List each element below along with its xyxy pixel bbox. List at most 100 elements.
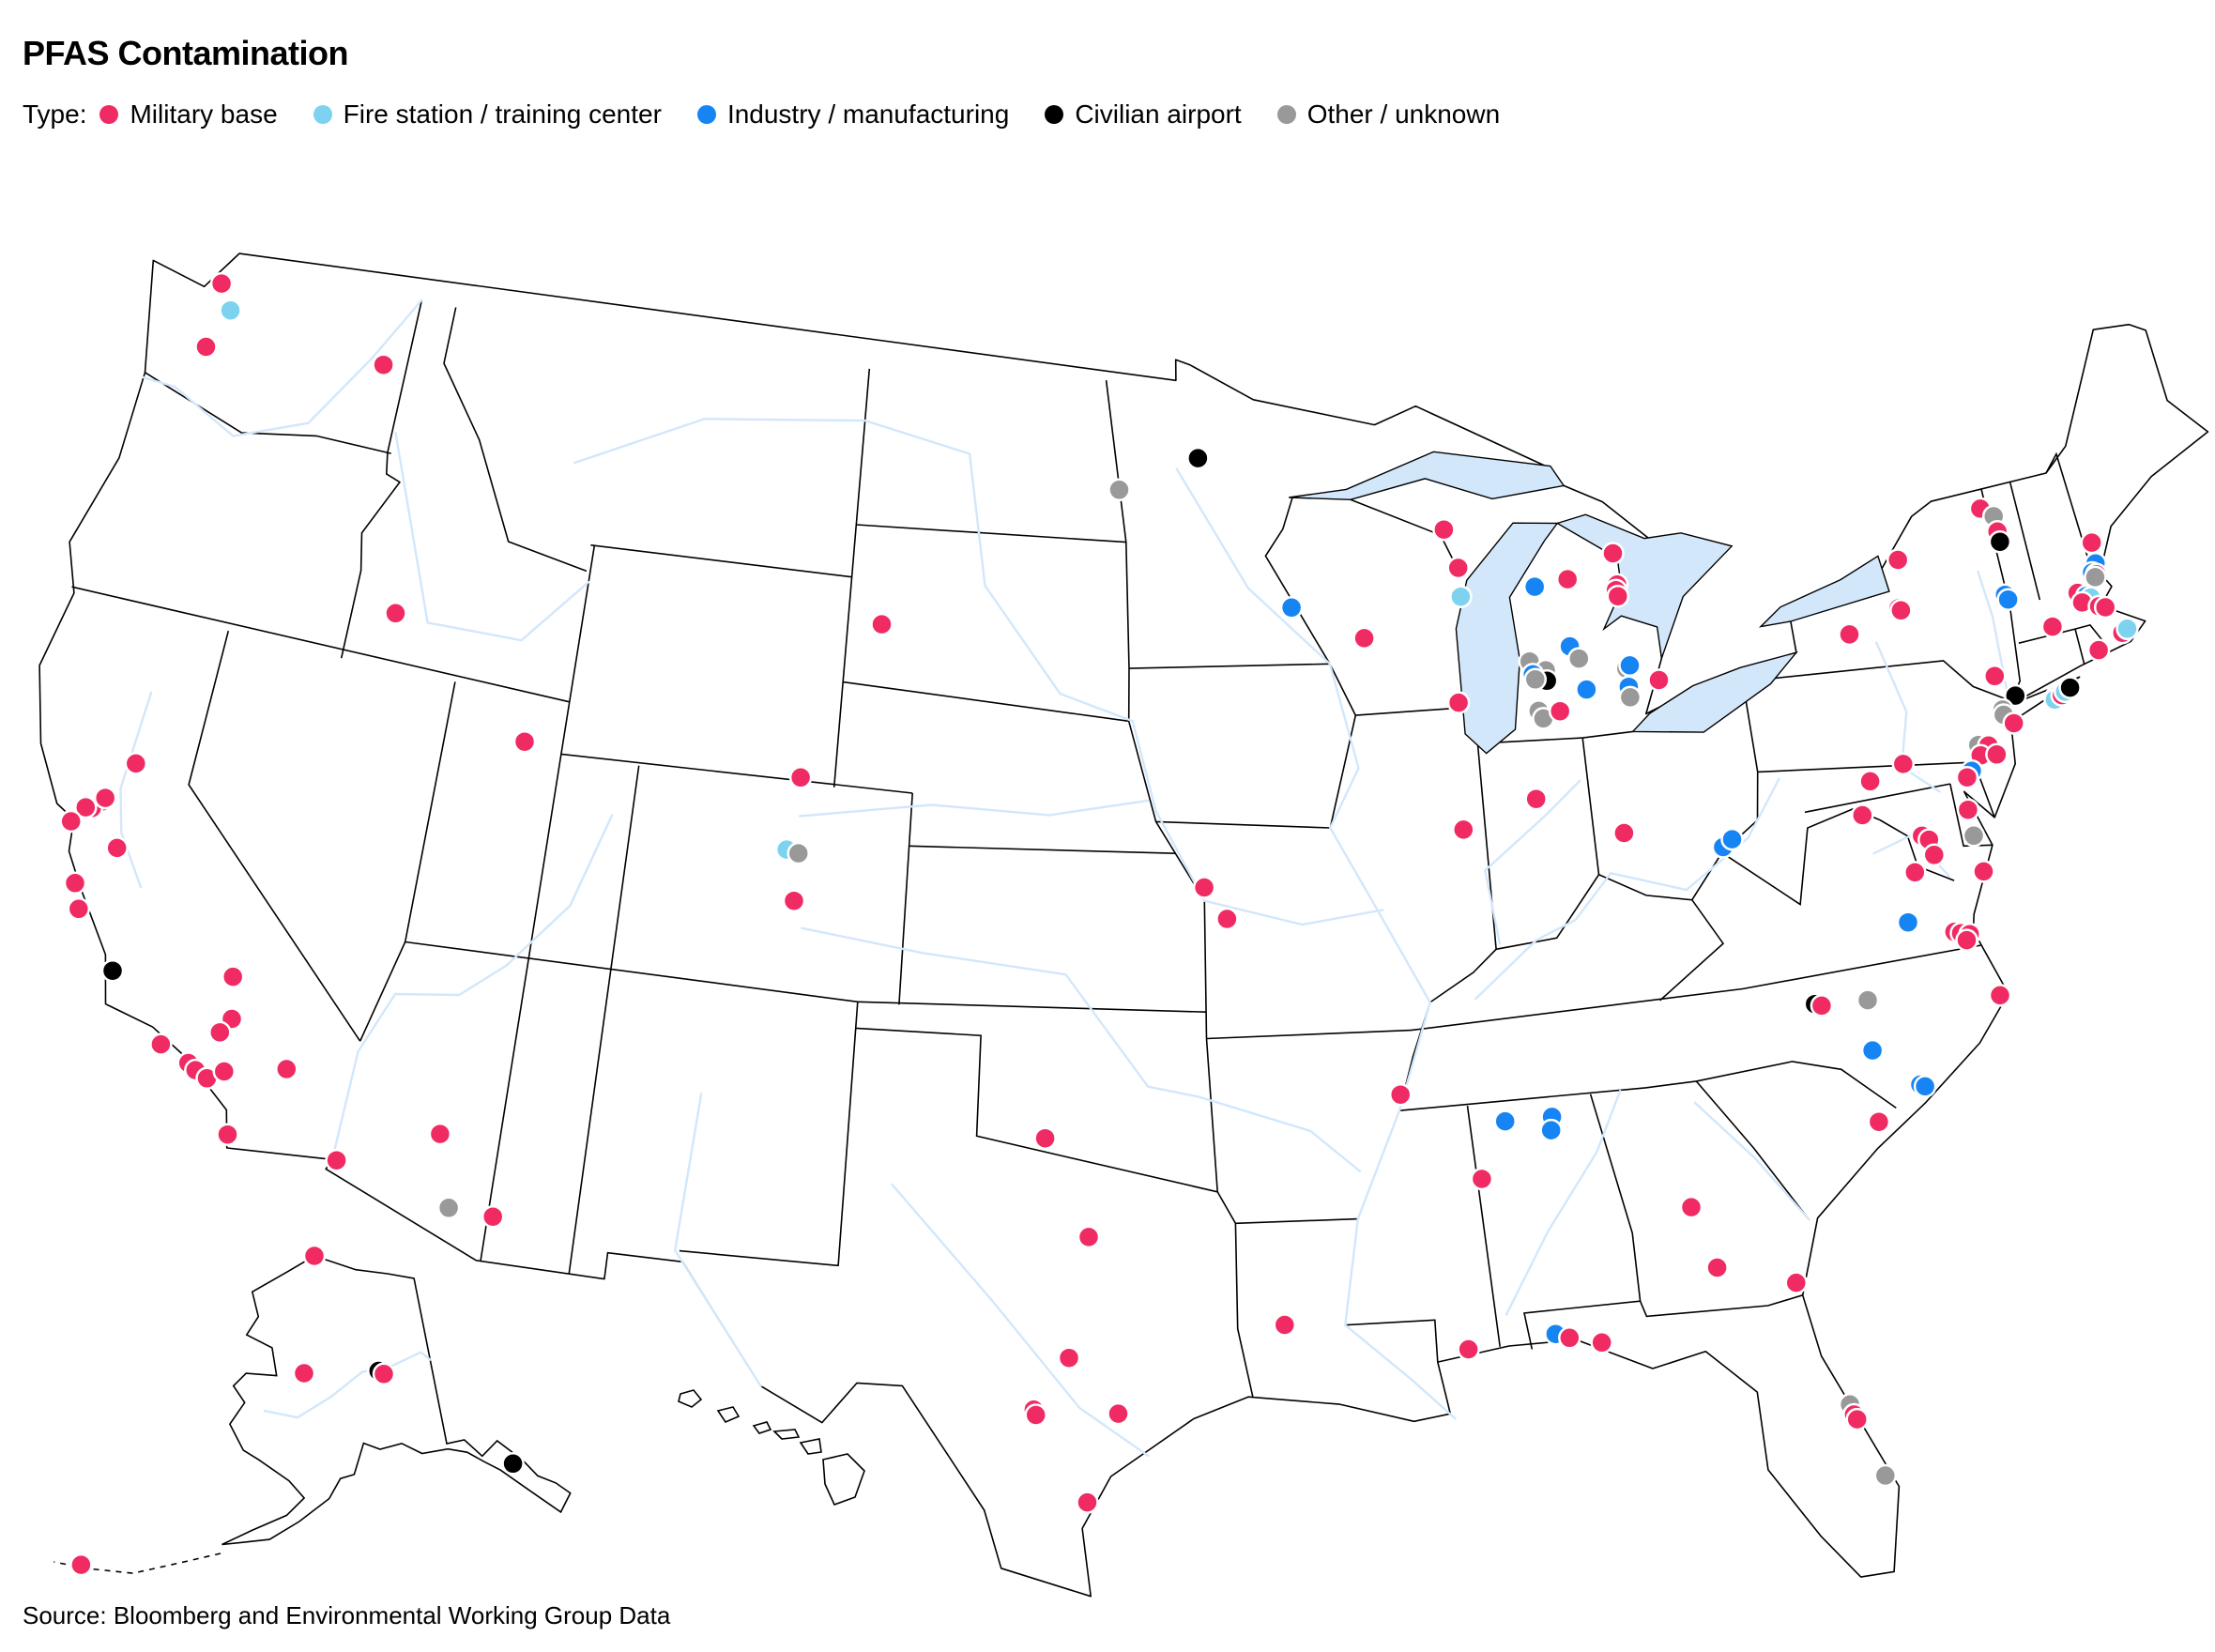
site-marker-military[interactable] [1457,1338,1480,1361]
site-marker-military[interactable] [1446,691,1471,714]
site-marker-military[interactable] [1867,1109,1891,1134]
site-marker-military[interactable] [1107,1401,1130,1426]
site-marker-military[interactable] [93,786,117,810]
site-marker-military[interactable] [1606,584,1630,608]
site-marker-other[interactable] [1618,685,1642,710]
site-marker-military[interactable] [221,965,245,988]
site-marker-military[interactable] [1886,548,1910,572]
site-marker-other[interactable] [1962,824,1986,848]
site-marker-military[interactable] [1548,699,1572,723]
site-marker-other[interactable] [436,1196,461,1220]
site-marker-military[interactable] [1922,843,1947,867]
site-marker-airport[interactable] [100,958,125,983]
site-marker-military[interactable] [1555,567,1580,591]
site-marker-military[interactable] [1851,803,1874,827]
site-marker-military[interactable] [1446,556,1470,580]
site-marker-military[interactable] [1955,765,1979,789]
site-marker-military[interactable] [67,897,91,921]
site-marker-military[interactable] [1858,770,1882,793]
site-marker-military[interactable] [2040,615,2065,638]
site-marker-airport[interactable] [1186,446,1210,470]
site-marker-military[interactable] [1903,861,1927,884]
site-marker-other[interactable] [1856,988,1880,1012]
site-marker-military[interactable] [1838,622,1861,647]
site-marker-military[interactable] [1432,517,1456,542]
site-marker-military[interactable] [782,889,806,912]
site-marker-military[interactable] [302,1244,327,1268]
site-marker-military[interactable] [1076,1491,1099,1514]
site-marker-military[interactable] [1024,1403,1047,1427]
site-marker-industry[interactable] [1279,596,1304,620]
site-marker-military[interactable] [1558,1326,1581,1350]
site-marker-military[interactable] [1192,876,1216,899]
site-marker-military[interactable] [275,1057,298,1081]
site-marker-other[interactable] [1567,647,1591,670]
site-marker-military[interactable] [1889,599,1913,622]
site-marker-fire[interactable] [2116,617,2139,641]
site-marker-military[interactable] [325,1148,348,1172]
site-marker-military[interactable] [481,1204,505,1229]
site-marker-military[interactable] [208,1020,232,1045]
site-marker-military[interactable] [1057,1346,1081,1369]
site-marker-other[interactable] [1108,478,1131,502]
site-marker-military[interactable] [194,335,218,359]
site-marker-military[interactable] [1784,1271,1809,1294]
site-marker-military[interactable] [1590,1331,1613,1354]
site-marker-military[interactable] [1352,626,1376,650]
site-marker-other[interactable] [787,841,810,865]
site-marker-military[interactable] [1679,1195,1703,1219]
site-marker-other[interactable] [1523,667,1548,692]
site-marker-military[interactable] [1985,742,2009,767]
site-marker-industry[interactable] [1493,1109,1517,1133]
site-marker-other[interactable] [2084,565,2107,589]
site-marker-military[interactable] [1215,907,1239,931]
site-marker-military[interactable] [1033,1126,1057,1150]
site-marker-military[interactable] [2080,530,2103,555]
site-marker-military[interactable] [105,836,129,860]
site-marker-airport[interactable] [1988,529,2012,554]
site-marker-military[interactable] [69,1553,93,1577]
site-marker-military[interactable] [428,1122,452,1146]
site-marker-military[interactable] [2002,711,2025,735]
site-marker-industry[interactable] [1522,574,1547,599]
site-marker-industry[interactable] [1860,1038,1885,1063]
site-marker-military[interactable] [209,271,234,296]
site-marker-military[interactable] [216,1123,239,1146]
site-marker-military[interactable] [1612,821,1636,845]
site-marker-military[interactable] [1956,798,1980,821]
site-marker-military[interactable] [1955,928,1978,952]
site-marker-industry[interactable] [1539,1118,1563,1142]
site-marker-military[interactable] [1810,994,1834,1017]
site-marker-military[interactable] [1891,752,1916,776]
site-marker-industry[interactable] [1575,678,1598,701]
site-marker-military[interactable] [372,353,395,376]
site-marker-military[interactable] [384,602,407,625]
site-marker-industry[interactable] [1896,910,1920,934]
site-marker-military[interactable] [372,1362,396,1386]
site-marker-industry[interactable] [1720,827,1744,851]
site-marker-military[interactable] [1705,1256,1729,1279]
site-marker-fire[interactable] [219,298,242,322]
site-marker-military[interactable] [59,809,83,834]
site-marker-military[interactable] [149,1032,173,1056]
site-marker-military[interactable] [1388,1082,1413,1107]
site-marker-fire[interactable] [1449,585,1473,608]
site-marker-military[interactable] [1647,668,1671,692]
site-marker-military[interactable] [1452,818,1475,842]
site-marker-military[interactable] [1470,1167,1494,1191]
site-marker-military[interactable] [1845,1407,1869,1431]
site-marker-airport[interactable] [2058,676,2082,699]
site-marker-military[interactable] [870,612,894,636]
site-marker-military[interactable] [788,766,813,789]
site-marker-industry[interactable] [1913,1075,1937,1098]
site-marker-military[interactable] [63,871,87,895]
site-marker-military[interactable] [1988,984,2012,1007]
site-marker-military[interactable] [212,1060,237,1083]
site-marker-military[interactable] [1983,665,2007,688]
site-marker-industry[interactable] [1618,653,1642,678]
site-marker-other[interactable] [1873,1463,1898,1488]
site-marker-military[interactable] [1972,860,1995,883]
site-marker-airport[interactable] [501,1452,525,1476]
site-marker-military[interactable] [2086,638,2111,662]
site-marker-industry[interactable] [1996,588,2020,611]
